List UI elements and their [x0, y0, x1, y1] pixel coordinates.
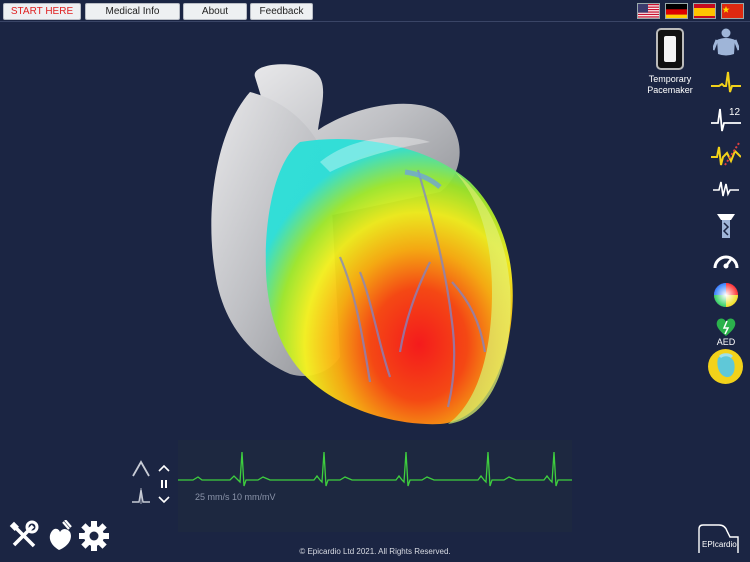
heart-map-icon[interactable]	[707, 348, 744, 385]
top-nav-bar: START HERE Medical Info About Feedback	[0, 0, 750, 22]
ecg-panel	[178, 440, 572, 532]
pacemaker-label-line1: Temporary	[648, 74, 692, 84]
spanish-flag-icon[interactable]	[693, 3, 716, 19]
pacemaker-icon	[656, 28, 684, 70]
pause-icon[interactable]	[158, 477, 170, 489]
epicardio-logo[interactable]	[697, 523, 741, 555]
temporary-pacemaker-button[interactable]: Temporary Pacemaker	[640, 28, 700, 96]
copyright-text: © Epicardio Ltd 2021. All Rights Reserve…	[299, 547, 451, 556]
lead-selector-icon[interactable]	[130, 458, 152, 480]
pacemaker-label-line2: Pacemaker	[647, 85, 693, 95]
ecg-trace-icon[interactable]	[710, 66, 742, 98]
epicardio-logo-text: EPIcardio	[702, 540, 737, 549]
feedback-tab[interactable]: Feedback	[250, 3, 313, 20]
heartbeat-icon[interactable]	[710, 173, 742, 205]
us-flag-icon[interactable]	[637, 3, 660, 19]
arrhythmia-icon[interactable]	[710, 138, 742, 170]
heart-model[interactable]	[0, 22, 640, 442]
body-view-icon[interactable]	[710, 27, 742, 59]
aed-label: AED	[716, 337, 736, 347]
lead-down-button[interactable]	[157, 492, 171, 514]
about-tab[interactable]: About	[183, 3, 247, 20]
lead-count-text: 12	[729, 107, 741, 118]
german-flag-icon[interactable]	[665, 3, 688, 19]
catheter-icon[interactable]	[710, 210, 742, 242]
ecg-scale-caption: 25 mm/s 10 mm/mV	[195, 492, 276, 502]
color-wheel-icon[interactable]	[710, 279, 742, 311]
lead-angle-icon[interactable]	[130, 484, 152, 506]
medical-info-tab[interactable]: Medical Info	[85, 3, 180, 20]
speed-gauge-icon[interactable]	[710, 245, 742, 277]
chinese-flag-icon[interactable]	[721, 3, 744, 19]
start-here-tab[interactable]: START HERE	[3, 3, 81, 20]
ecg-trace	[178, 451, 572, 487]
12-lead-icon[interactable]: 12	[710, 102, 742, 134]
